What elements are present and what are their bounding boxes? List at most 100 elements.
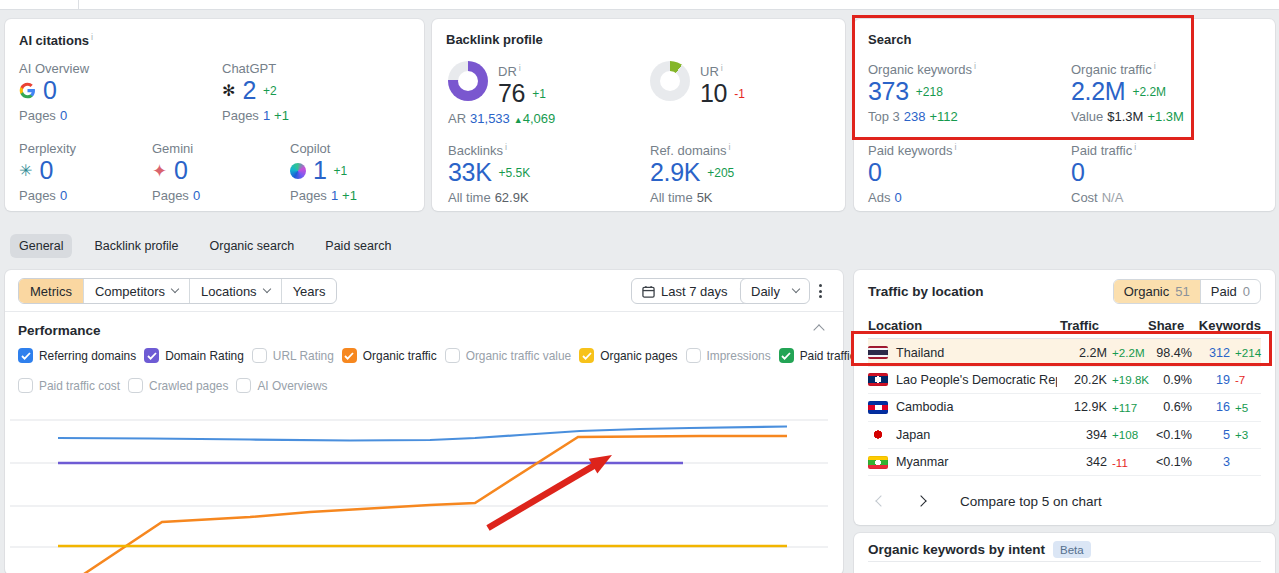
paid-toggle[interactable]: Paid0 [1200,280,1260,303]
metric-checkbox-crawled-pages[interactable]: Crawled pages [128,378,228,393]
engine-pages[interactable]: 1 [331,188,338,203]
traffic-value: 12.9K [1057,400,1107,414]
info-icon[interactable]: i [505,142,507,152]
info-icon[interactable]: i [91,32,93,42]
competitors-segment[interactable]: Competitors [83,279,189,303]
traffic-change: +108 [1112,428,1156,441]
traffic-change: +19.8K [1112,373,1156,386]
tab-general[interactable]: General [10,234,72,258]
engine-pages[interactable]: 1 [263,108,270,123]
next-page-button[interactable] [908,488,934,514]
chevron-down-icon [262,285,270,293]
flag-myanmar-icon [868,456,888,469]
engine-pages[interactable]: 0 [60,188,67,203]
keywords-value[interactable]: 16 [1200,400,1230,414]
engine-value[interactable]: 0 [39,156,53,185]
location-row-myanmar[interactable]: Myanmar342-11<0.1%3 [868,449,1261,476]
unchecked-checkbox-icon[interactable] [236,378,251,393]
ref-domains-value[interactable]: 2.9K [650,158,700,187]
ar-value[interactable]: 31,533 [470,111,510,126]
date-range-button[interactable]: Last 7 days [631,278,758,304]
locations-pagination: Compare top 5 on chart [868,486,1102,516]
metric-checkbox-paid-traffic-cost[interactable]: Paid traffic cost [18,378,120,393]
flag-cambodia-icon [868,401,888,414]
organic-paid-toggle: Organic51 Paid0 [1113,279,1261,304]
info-icon[interactable]: i [955,142,957,152]
backlink-profile-title: Backlink profile [446,32,543,47]
keywords-value[interactable]: 5 [1200,428,1230,442]
engine-value[interactable]: 1 [313,156,327,185]
locations-segment[interactable]: Locations [189,279,281,303]
ref-domains-change: +205 [707,166,734,180]
engine-value[interactable]: 0 [174,156,188,185]
metric-checkbox-referring-domains[interactable]: Referring domains [18,348,136,363]
divider [5,311,843,312]
engine-value[interactable]: 0 [43,76,57,105]
perplexity-icon: ✳ [19,163,32,179]
location-row-japan[interactable]: Japan394+108<0.1%5+3 [868,422,1261,449]
engine-pages-change: +1 [274,108,289,123]
unchecked-checkbox-icon[interactable] [128,378,143,393]
traffic-value: 394 [1057,428,1107,442]
metric-checkbox-organic-traffic[interactable]: Organic traffic [342,348,437,363]
engine-pages[interactable]: 0 [193,188,200,203]
location-row-laos[interactable]: Lao People's Democratic Reput20.2K+19.8K… [868,367,1261,394]
flag-laos-icon [868,373,888,386]
unchecked-checkbox-icon[interactable] [252,348,267,363]
organic-toggle[interactable]: Organic51 [1114,280,1200,303]
engine-stat-perplexity: Perplexity✳0Pages0 [19,141,159,203]
metric-checkbox-impressions[interactable]: Impressions [686,348,771,363]
prev-page-button[interactable] [868,488,894,514]
engine-label: ChatGPT [222,61,362,76]
metrics-segment[interactable]: Metrics [19,279,83,303]
tab-organic-search[interactable]: Organic search [201,234,304,258]
collapse-chevron-icon[interactable] [813,324,824,335]
gemini-icon: ✦ [152,163,167,179]
ai-citations-card: AI citationsi AI Overview0Pages0ChatGPT✻… [5,19,424,211]
ads-value[interactable]: 0 [894,190,901,205]
engine-pages[interactable]: 0 [60,108,67,123]
info-icon[interactable]: i [721,63,723,73]
metric-checkbox-organic-pages[interactable]: Organic pages [579,348,677,363]
checked-checkbox-icon[interactable] [342,348,357,363]
domain-rating-donut [448,61,488,101]
info-icon[interactable]: i [1134,142,1136,152]
unchecked-checkbox-icon[interactable] [445,348,460,363]
metric-checkbox-ai-overviews[interactable]: AI Overviews [236,378,327,393]
checked-checkbox-icon[interactable] [144,348,159,363]
keywords-value[interactable]: 3 [1200,455,1230,469]
tab-paid-search[interactable]: Paid search [316,234,400,258]
unchecked-checkbox-icon[interactable] [18,378,33,393]
tab-backlink-profile[interactable]: Backlink profile [85,234,187,258]
engine-value[interactable]: 2 [242,76,256,105]
cost-value: N/A [1102,190,1124,205]
paid-keywords-value[interactable]: 0 [868,158,882,187]
info-icon[interactable]: i [519,63,521,73]
unchecked-checkbox-icon[interactable] [686,348,701,363]
url-rating-donut [650,61,690,101]
compare-top5-link[interactable]: Compare top 5 on chart [960,494,1102,509]
granularity-button[interactable]: Daily [740,278,810,304]
keywords-change: -7 [1235,373,1261,386]
paid-traffic-value[interactable]: 0 [1071,158,1085,187]
checked-checkbox-icon[interactable] [779,348,794,363]
ar-change: 4,069 [523,111,556,126]
checked-checkbox-icon[interactable] [18,348,33,363]
keywords-value[interactable]: 19 [1200,373,1230,387]
paid-keywords-stat: Paid keywordsi 0 Ads0 [868,142,1063,205]
metric-checkbox-paid-traffic[interactable]: Paid traffic [779,348,856,363]
location-row-cambodia[interactable]: Cambodia12.9K+1170.6%16+5 [868,394,1261,421]
performance-title: Performance [18,323,101,338]
info-icon[interactable]: i [729,142,731,152]
more-options-button[interactable] [811,282,829,300]
years-segment[interactable]: Years [281,279,337,303]
ai-citations-title: AI citationsi [19,32,93,48]
metric-checkbox-domain-rating[interactable]: Domain Rating [144,348,244,363]
traffic-value: 342 [1057,455,1107,469]
metric-checkbox-url-rating[interactable]: URL Rating [252,348,334,363]
checked-checkbox-icon[interactable] [579,348,594,363]
engine-label: Gemini [152,141,292,156]
metric-checkbox-organic-traffic-value[interactable]: Organic traffic value [445,348,572,363]
backlinks-value[interactable]: 33K [448,158,492,187]
performance-chart[interactable] [5,400,843,573]
